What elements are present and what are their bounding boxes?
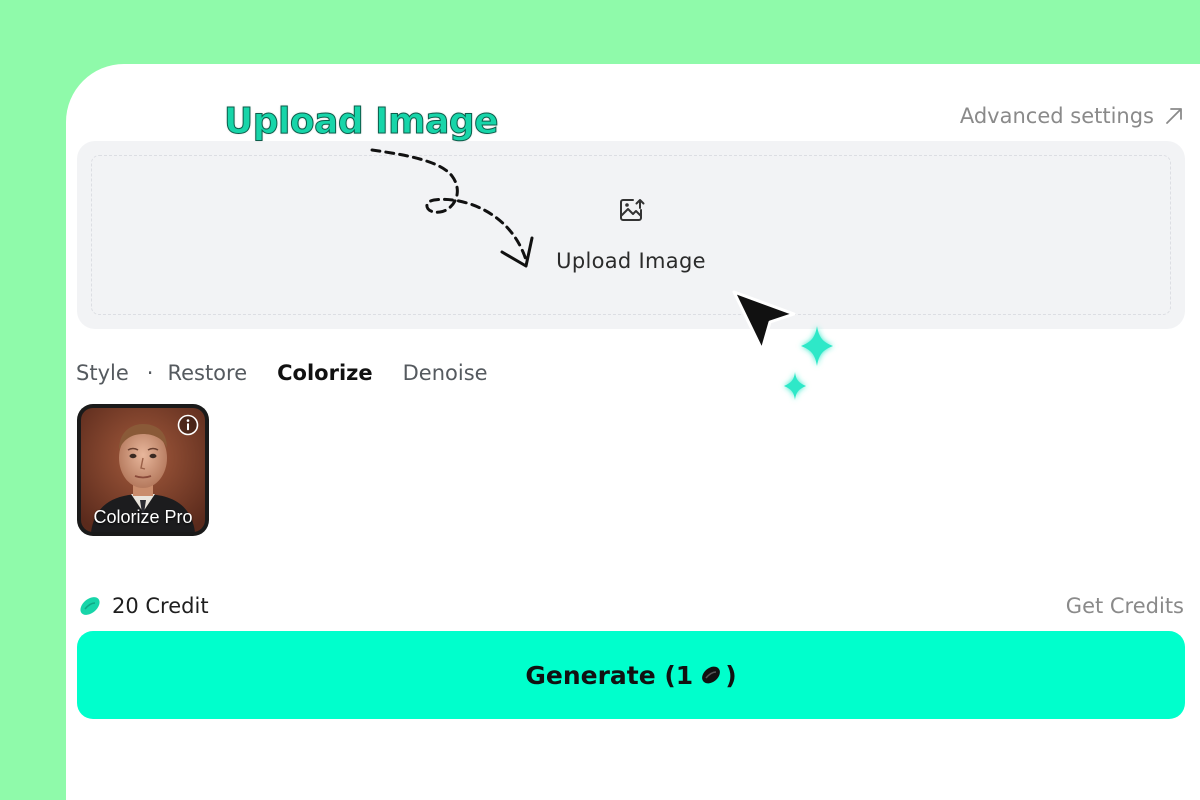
sparkle-icon: [784, 326, 833, 400]
style-card-label: Colorize Pro: [93, 507, 193, 527]
credit-balance-text: 20 Credit: [112, 594, 209, 618]
generate-label-prefix: Generate (1: [525, 660, 694, 690]
upload-label: Upload Image: [556, 249, 706, 273]
advanced-settings-label: Advanced settings: [959, 104, 1154, 128]
style-label: Style: [76, 361, 129, 385]
tab-colorize[interactable]: Colorize: [277, 361, 372, 385]
generate-label-suffix: ): [725, 660, 737, 690]
info-icon[interactable]: [177, 414, 199, 436]
tab-denoise[interactable]: Denoise: [403, 361, 488, 385]
dropzone-border: [91, 155, 1171, 315]
main-panel: Advanced settings Upload Image Style · R…: [66, 64, 1200, 800]
advanced-settings-link[interactable]: Advanced settings: [960, 104, 1184, 128]
tab-separator: ·: [146, 361, 154, 385]
credit-balance: 20 Credit: [78, 594, 209, 618]
tab-restore[interactable]: Restore: [167, 361, 247, 385]
annotation-arrow-icon: [370, 148, 534, 268]
style-card-colorize-pro[interactable]: Colorize Pro: [77, 404, 209, 536]
annotation-title: Upload Image: [223, 101, 499, 143]
image-upload-icon: [620, 199, 645, 221]
upload-dropzone[interactable]: Upload Image: [77, 141, 1185, 329]
bean-icon: [80, 597, 100, 615]
bean-icon: [702, 666, 721, 684]
style-tabs: Style · Restore Colorize Denoise: [76, 361, 518, 385]
get-credits-link[interactable]: Get Credits: [1066, 594, 1184, 618]
arrow-up-right-icon: [1166, 108, 1182, 124]
generate-button[interactable]: Generate (1 ): [77, 631, 1185, 719]
style-card-thumbnail: Colorize Pro: [81, 408, 205, 532]
